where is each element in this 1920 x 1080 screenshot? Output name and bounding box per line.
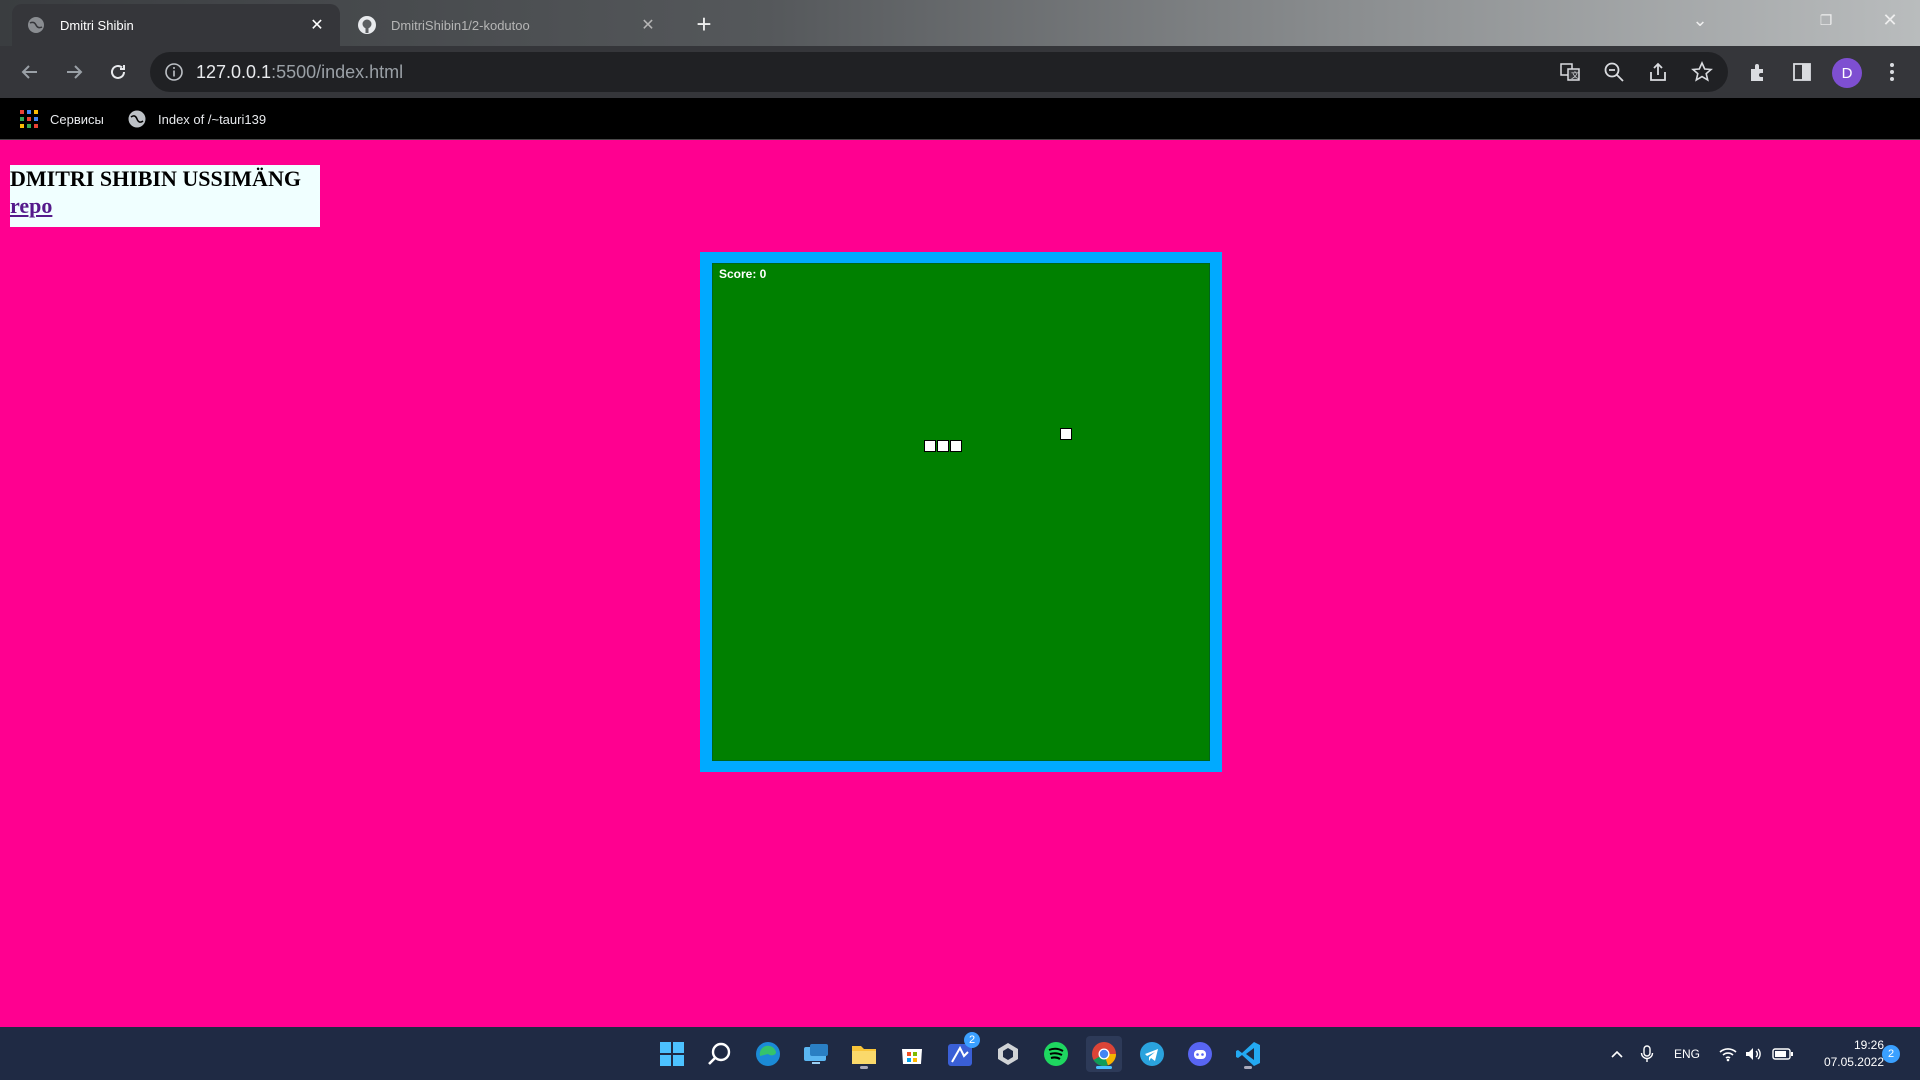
new-tab-button[interactable]: + [690,9,718,39]
tab-title: Dmitri Shibin [60,17,134,33]
bookmark-label: Сервисы [50,111,104,127]
github-icon [357,15,377,35]
repo-link[interactable]: repo [10,193,52,218]
file-explorer-icon[interactable] [846,1036,882,1072]
start-icon[interactable] [654,1036,690,1072]
tray-overflow-icon[interactable] [1610,1027,1624,1080]
volume-icon[interactable] [1744,1027,1764,1080]
profile-avatar[interactable]: D [1832,58,1862,88]
tab-close-icon[interactable]: ✕ [308,16,326,34]
snake-segment [937,440,949,452]
tab-close-icon[interactable]: ✕ [639,16,657,34]
site-info-icon[interactable] [164,62,184,82]
svg-text:文: 文 [1571,70,1579,80]
globe-icon [126,108,148,130]
back-button[interactable] [14,56,46,88]
game-frame: Score: 0 [700,252,1222,772]
wifi-icon[interactable] [1718,1027,1738,1080]
tab-title: DmitriShibin1/2-kodutoo [391,17,530,33]
bookmark-star-icon[interactable] [1686,56,1718,88]
tab-search-icon[interactable]: ⌄ [1670,0,1730,40]
notification-badge[interactable]: 2 [1882,1045,1900,1063]
bookmark-services[interactable]: Сервисы [18,106,104,132]
game-canvas[interactable]: Score: 0 [712,263,1210,761]
clock-time: 19:26 [1853,1038,1884,1052]
url-path: :5500/index.html [271,61,404,82]
score-label: Score: 0 [719,267,767,281]
forward-button[interactable] [58,56,90,88]
address-bar[interactable]: 127.0.0.1:5500/index.html [150,52,1728,92]
app-badge-icon[interactable]: 2 [942,1032,980,1072]
snake-segment [924,440,936,452]
tab-active[interactable]: Dmitri Shibin ✕ [12,4,340,46]
active-indicator [1096,1066,1112,1069]
snake-head [950,440,962,452]
battery-icon[interactable] [1772,1027,1794,1080]
language-indicator[interactable]: ENG [1674,1027,1700,1080]
zoom-icon[interactable] [1598,56,1630,88]
clock-date: 07.05.2022 [1823,1055,1884,1069]
browser-titlebar: Dmitri Shibin ✕ DmitriShibin1/2-kodutoo … [0,0,1920,46]
browser-toolbar: 127.0.0.1:5500/index.html 文 D [0,46,1920,98]
globe-icon [26,15,46,35]
microphone-icon[interactable] [1640,1027,1654,1080]
edge-icon[interactable] [750,1036,786,1072]
side-panel-icon[interactable] [1786,56,1818,88]
bookmarks-bar: Сервисы Index of /~tauri139 [0,98,1920,140]
close-window-button[interactable]: ✕ [1860,0,1920,40]
windows-taskbar: 2 ENG 19:26 07.05.2022 2 [0,1027,1920,1080]
spotify-icon[interactable] [1038,1036,1074,1072]
restore-window-button[interactable]: ❐ [1796,0,1856,40]
chrome-icon[interactable] [1086,1036,1122,1072]
menu-kebab-icon[interactable] [1876,56,1908,88]
url-host: 127.0.0.1 [196,61,272,82]
vscode-icon[interactable] [1230,1036,1266,1072]
store-icon[interactable] [894,1036,930,1072]
page-header: DMITRI SHIBIN USSIMÄNG repo [10,165,320,227]
page-title: DMITRI SHIBIN USSIMÄNG [10,166,301,191]
extensions-icon[interactable] [1742,56,1774,88]
reload-button[interactable] [102,56,134,88]
tab-inactive[interactable]: DmitriShibin1/2-kodutoo ✕ [343,4,671,46]
running-indicator [860,1066,868,1069]
system-clock[interactable]: 19:26 07.05.2022 [1800,1037,1884,1071]
unity-icon[interactable] [990,1036,1026,1072]
bookmark-label: Index of /~tauri139 [158,111,267,127]
search-icon[interactable] [702,1036,738,1072]
discord-icon[interactable] [1182,1036,1218,1072]
food-item [1060,428,1072,440]
apps-grid-icon [18,108,40,130]
translate-icon[interactable]: 文 [1554,56,1586,88]
share-icon[interactable] [1642,56,1674,88]
running-indicator [1244,1066,1252,1069]
app-badge-count: 2 [964,1032,980,1048]
telegram-icon[interactable] [1134,1036,1170,1072]
bookmark-index[interactable]: Index of /~tauri139 [126,106,266,132]
remote-desktop-icon[interactable] [798,1036,834,1072]
